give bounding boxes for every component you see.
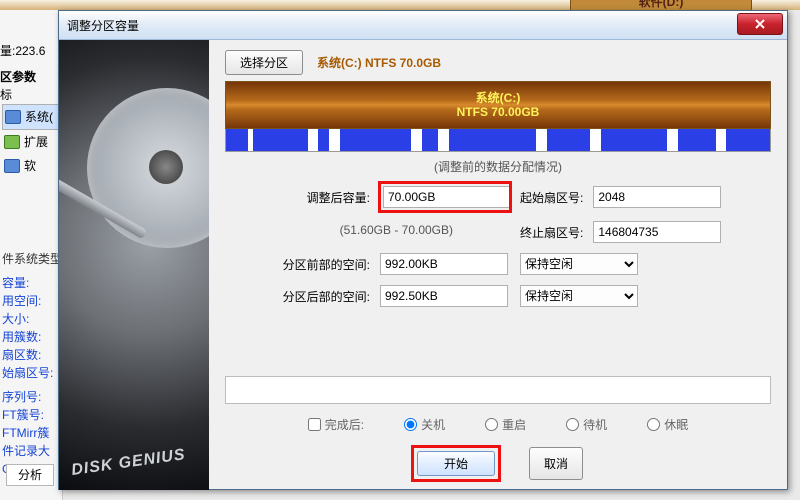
space-after-select[interactable]: 保持空闲 [520, 285, 638, 307]
cancel-button[interactable]: 取消 [529, 447, 583, 480]
bg-analysis-tab: 分析 [6, 464, 54, 486]
opt-reboot[interactable]: 重启 [485, 416, 526, 433]
highlight-size-after [380, 183, 510, 211]
partition-description: 系统(C:) NTFS 70.0GB [317, 54, 441, 71]
bg-ico-label: 标 [0, 86, 12, 103]
start-button[interactable]: 开始 [417, 451, 495, 476]
drive-icon [5, 110, 21, 124]
space-after-label: 分区后部的空间: [283, 288, 370, 305]
space-before-select[interactable]: 保持空闲 [520, 253, 638, 275]
partition-bar-name: 系统(C:) [476, 91, 521, 105]
opt-shutdown[interactable]: 关机 [404, 416, 445, 433]
size-range-hint: (51.60GB - 70.00GB) [283, 223, 510, 237]
space-before-input[interactable] [380, 253, 508, 275]
space-after-input[interactable] [380, 285, 508, 307]
highlight-start-button: 开始 [413, 447, 499, 480]
partition-usage-chart [225, 129, 771, 152]
drive-icon [4, 135, 20, 149]
partition-bar[interactable]: 系统(C:) NTFS 70.00GB [225, 81, 771, 129]
disk-illustration: DISK GENIUS [59, 40, 209, 490]
bg-info-panel: 件系统类型 容量: 用空间: 大小: 用簇数: 扇区数: 始扇区号: 序列号: … [0, 250, 62, 478]
opt-hibernate[interactable]: 休眠 [647, 416, 688, 433]
after-done-checkbox[interactable]: 完成后: [308, 416, 364, 433]
bg-param-section: 区参数 [0, 68, 36, 85]
progress-bar [225, 376, 771, 404]
dialog-title: 调整分区容量 [67, 17, 139, 34]
pre-adjust-hint: (调整前的数据分配情况) [225, 158, 771, 175]
start-sector-input[interactable] [593, 186, 721, 208]
resize-partition-dialog: 调整分区容量 DISK GENIUS 选择分区 系统(C:) NTFS 70.0… [58, 10, 788, 490]
bg-capacity-label: 量:223.6 [0, 42, 45, 59]
dialog-titlebar[interactable]: 调整分区容量 [59, 11, 787, 40]
opt-standby[interactable]: 待机 [566, 416, 607, 433]
end-sector-input[interactable] [593, 221, 721, 243]
close-button[interactable] [737, 13, 783, 35]
select-partition-button[interactable]: 选择分区 [225, 50, 303, 75]
close-icon [755, 19, 765, 29]
size-after-label: 调整后容量: [283, 189, 370, 206]
space-before-label: 分区前部的空间: [283, 256, 370, 273]
start-sector-label: 起始扇区号: [520, 189, 583, 206]
size-after-input[interactable] [383, 186, 511, 208]
partition-bar-size: NTFS 70.00GB [457, 105, 540, 119]
end-sector-label: 终止扇区号: [520, 224, 583, 241]
drive-icon [4, 159, 20, 173]
